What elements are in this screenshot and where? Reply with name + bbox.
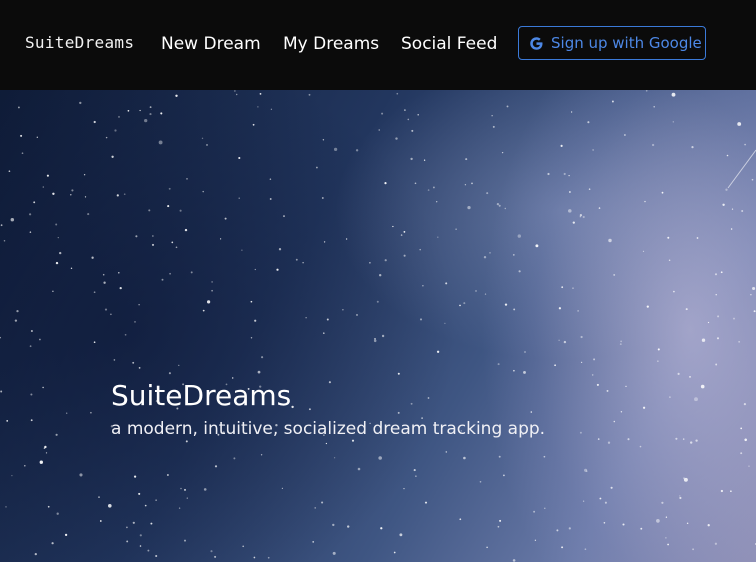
starfield-background	[0, 90, 756, 562]
nav-new-dream[interactable]: New Dream	[161, 34, 261, 54]
google-signup-button[interactable]: Sign up with Google	[518, 26, 706, 60]
hero-banner: SuiteDreams a modern, intuitive, sociali…	[0, 90, 756, 562]
google-signup-label: Sign up with Google	[551, 34, 702, 52]
nav-social-feed[interactable]: Social Feed	[401, 34, 497, 54]
google-icon	[529, 36, 544, 51]
brand-logo[interactable]: SuiteDreams	[25, 33, 134, 52]
navbar: SuiteDreams New Dream My Dreams Social F…	[0, 0, 756, 90]
nav-my-dreams[interactable]: My Dreams	[283, 34, 379, 54]
hero-subtitle: a modern, intuitive, socialized dream tr…	[111, 419, 546, 439]
hero-title: SuiteDreams	[111, 379, 292, 412]
